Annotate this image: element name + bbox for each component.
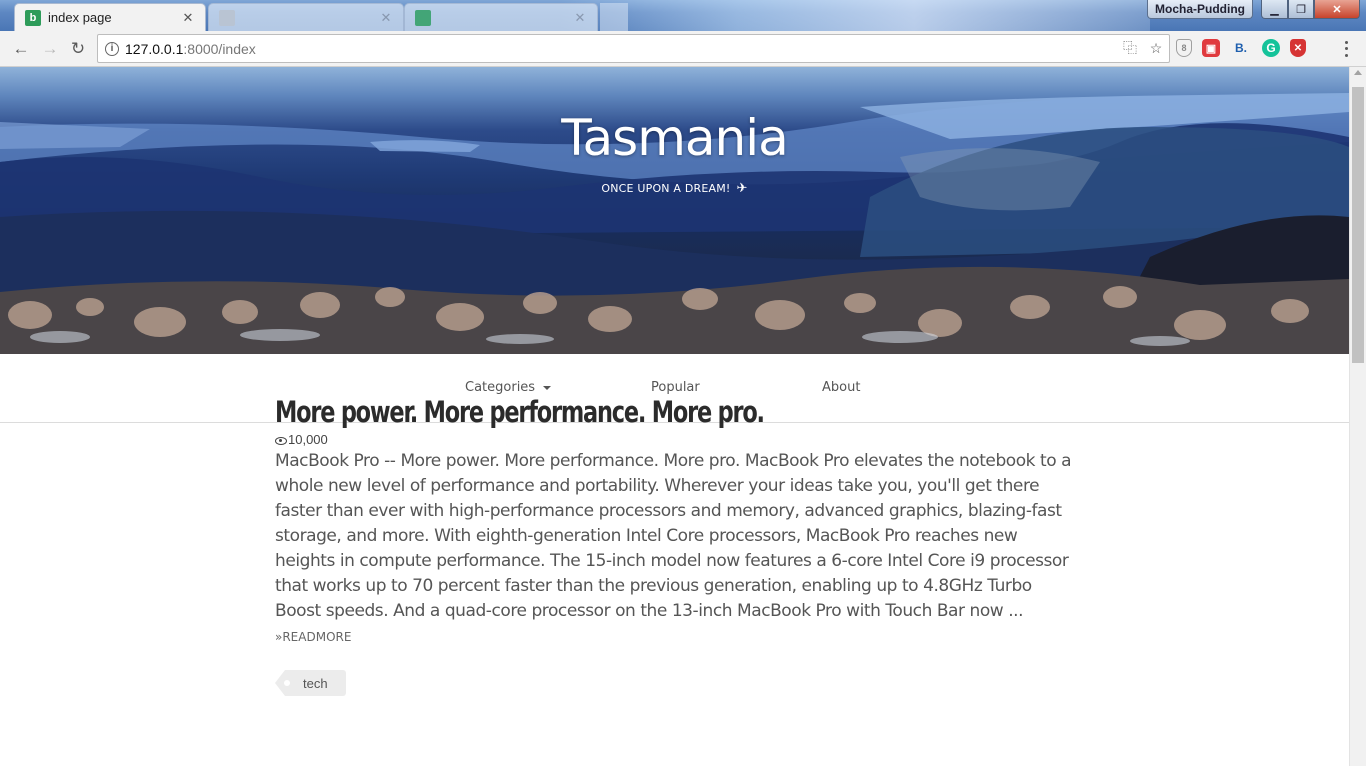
scroll-up-icon[interactable] xyxy=(1354,70,1362,75)
post-body-text: MacBook Pro -- More power. More performa… xyxy=(275,451,1072,621)
post-views: 10,000 xyxy=(275,431,1075,448)
extensions-area: 8 ▣ B. G ✕ xyxy=(1176,37,1306,59)
new-tab-button[interactable] xyxy=(600,3,628,31)
site-tagline: ONCE UPON A DREAM! ✈ xyxy=(0,181,1349,196)
post-card: More power. More performance. More pro. … xyxy=(275,394,1075,696)
reload-icon[interactable]: ↻ xyxy=(66,37,90,61)
translate-icon[interactable]: ⿻ xyxy=(1121,38,1139,58)
plane-icon: ✈ xyxy=(736,181,748,196)
back-arrow-icon[interactable]: ← xyxy=(9,37,33,61)
tab-index-page[interactable]: b index page ✕ xyxy=(14,3,206,31)
site-title: Tasmania xyxy=(561,109,789,167)
page-scrollbar[interactable] xyxy=(1349,67,1366,766)
url-path: :8000/index xyxy=(183,40,256,57)
browser-toolbar: ← → ↻ i 127.0.0.1:8000/index ⿻ ☆ 8 ▣ B. … xyxy=(0,31,1366,67)
nav-about-link[interactable]: About xyxy=(822,380,860,395)
post-title[interactable]: More power. More performance. More pro. xyxy=(275,394,963,430)
tagline-text: ONCE UPON A DREAM! xyxy=(601,182,731,195)
nav-categories-dropdown[interactable]: Categories xyxy=(465,380,552,395)
post-tag[interactable]: tech xyxy=(275,670,346,696)
maximize-button[interactable]: ❐ xyxy=(1288,0,1314,19)
info-icon[interactable]: i xyxy=(105,41,119,56)
tag-hole-icon xyxy=(284,680,290,686)
tab-close-icon[interactable]: ✕ xyxy=(181,10,195,26)
minimize-button[interactable]: ▁ xyxy=(1261,0,1288,19)
address-bar[interactable]: i 127.0.0.1:8000/index ⿻ ☆ xyxy=(97,34,1170,63)
tab-favicon-icon xyxy=(415,9,431,26)
hero-banner: Tasmania ONCE UPON A DREAM! ✈ xyxy=(0,67,1349,354)
tag-label: tech xyxy=(303,675,328,691)
scroll-thumb[interactable] xyxy=(1352,87,1364,363)
caret-down-icon xyxy=(543,385,552,390)
tab-close-icon[interactable]: ✕ xyxy=(379,10,393,26)
star-icon[interactable]: ☆ xyxy=(1147,38,1165,58)
close-window-button[interactable]: ✕ xyxy=(1314,0,1360,19)
readmore-link[interactable]: »READMORE xyxy=(275,630,351,644)
bookmark-b-icon[interactable]: B. xyxy=(1230,37,1252,59)
shield-icon[interactable]: 8 xyxy=(1176,39,1192,57)
nav-categories-label: Categories xyxy=(465,380,536,395)
url-host: 127.0.0.1 xyxy=(125,40,184,57)
tab-title: index page xyxy=(48,10,112,25)
post-excerpt: MacBook Pro -- More power. More performa… xyxy=(275,449,1075,650)
view-count: 10,000 xyxy=(288,432,328,447)
tab-blurred-2[interactable]: ✕ xyxy=(404,3,598,31)
tab-close-icon[interactable]: ✕ xyxy=(573,10,587,26)
ublock-icon[interactable]: ✕ xyxy=(1290,39,1306,57)
forward-arrow-icon[interactable]: → xyxy=(38,37,62,61)
browser-menu-icon[interactable] xyxy=(1340,39,1352,59)
tab-favicon-icon: b xyxy=(25,9,41,26)
red-extension-icon[interactable]: ▣ xyxy=(1202,39,1220,57)
nav-popular-link[interactable]: Popular xyxy=(651,380,700,395)
grammarly-icon[interactable]: G xyxy=(1262,39,1280,57)
profile-button[interactable]: Mocha-Pudding xyxy=(1147,0,1253,19)
eye-icon xyxy=(275,436,287,445)
tab-blurred-1[interactable]: ✕ xyxy=(208,3,404,31)
tab-favicon-icon xyxy=(219,9,235,26)
